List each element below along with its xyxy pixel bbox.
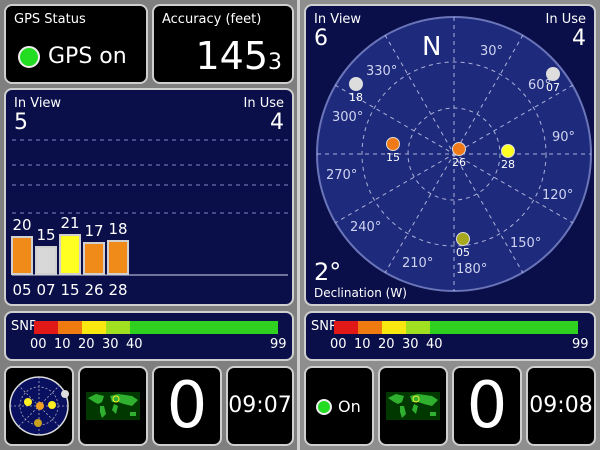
clock-value: 09:08	[529, 393, 593, 418]
signal-bar	[35, 245, 57, 275]
world-map-button[interactable]	[378, 366, 448, 446]
snr-color-segment	[106, 321, 130, 334]
sky-plot	[316, 16, 592, 292]
signal-bar-value: 17	[84, 221, 104, 240]
sky-in-view-label: In View	[314, 12, 362, 27]
counter-value: 0	[466, 369, 508, 443]
signal-bar-value: 20	[12, 216, 32, 234]
satellite-marker-icon[interactable]	[456, 232, 470, 246]
accuracy-value: 145	[195, 34, 268, 78]
snr-tick-label: 30	[402, 337, 419, 352]
right-pane: N 30° 60° 90° 120° 150° 180° 210° 240° 2…	[300, 0, 600, 450]
signal-bar-prn-label: 15	[60, 281, 80, 299]
snr-max-label: 99	[270, 337, 287, 352]
degree-label: 300°	[332, 110, 364, 125]
snr-color-segment	[34, 321, 58, 334]
satellite-marker-icon[interactable]	[452, 142, 466, 156]
declination-value: 2°	[314, 258, 342, 286]
snr-tile-left: SNR 00 10 20 30 40 99	[4, 311, 294, 361]
degree-label: 30°	[480, 44, 504, 59]
world-map-button[interactable]	[78, 366, 148, 446]
sky-in-use-label: In Use	[545, 12, 587, 27]
degree-label: 150°	[510, 236, 542, 251]
accuracy-readout: 1453	[195, 34, 282, 78]
clock-value: 09:07	[228, 393, 292, 418]
signal-bar-value: 15	[36, 225, 56, 244]
satellite-marker-icon[interactable]	[349, 77, 363, 91]
left-pane: GPS Status GPS on Accuracy (feet) 1453 I…	[0, 0, 298, 450]
snr-tick-label: 00	[330, 337, 347, 352]
sky-in-view-value: 6	[314, 26, 328, 51]
signal-bar-prn-label: 26	[84, 281, 104, 299]
satellite-id-label: 28	[501, 158, 515, 171]
counter-value: 0	[166, 369, 208, 443]
satellite-id-label: 05	[456, 246, 470, 259]
snr-color-segment	[406, 321, 430, 334]
satellite-marker-icon[interactable]	[386, 137, 400, 151]
degree-label: 180°	[456, 262, 488, 277]
accuracy-suffix: 3	[268, 50, 282, 75]
satellite-marker-icon[interactable]	[546, 67, 560, 81]
snr-color-segment	[382, 321, 406, 334]
snr-tick-label: 40	[126, 337, 143, 352]
counter-tile[interactable]: 0	[152, 366, 222, 446]
snr-color-segment	[334, 321, 358, 334]
signal-bar	[83, 241, 105, 275]
counter-tile[interactable]: 0	[452, 366, 522, 446]
snr-max-label: 99	[572, 337, 589, 352]
clock-tile[interactable]: 09:08	[526, 366, 596, 446]
gps-status-tile[interactable]: GPS Status GPS on	[4, 4, 148, 84]
gps-status-label: GPS Status	[14, 12, 86, 27]
snr-color-segment	[58, 321, 82, 334]
signal-bar-prn-label: 28	[108, 281, 128, 299]
sky-in-use-value: 4	[572, 26, 586, 51]
snr-color-segment	[358, 321, 382, 334]
degree-label: 90°	[552, 130, 576, 145]
satellite-marker-icon[interactable]	[501, 144, 515, 158]
signal-bar	[11, 236, 33, 275]
snr-tick-label: 20	[78, 337, 95, 352]
snr-color-segment	[430, 321, 578, 334]
world-map-icon	[386, 392, 440, 420]
gps-status-value: GPS on	[48, 44, 127, 69]
north-label: N	[422, 32, 442, 62]
snr-tick-label: 00	[30, 337, 47, 352]
satellite-id-label: 18	[349, 91, 363, 104]
snr-tick-label: 20	[378, 337, 395, 352]
degree-label: 120°	[542, 188, 574, 203]
mini-sky-button[interactable]	[4, 366, 74, 446]
degree-label: 210°	[402, 256, 434, 271]
satellite-id-label: 15	[386, 151, 400, 164]
signal-bar-prn-label: 07	[36, 281, 56, 299]
accuracy-tile[interactable]: Accuracy (feet) 1453	[152, 4, 294, 84]
snr-tick-label: 10	[354, 337, 371, 352]
gps-toggle-label: On	[338, 397, 361, 416]
gps-on-indicator-icon	[316, 399, 332, 415]
signal-bar	[59, 234, 81, 275]
signal-bar-value: 18	[108, 219, 128, 238]
world-map-icon	[86, 392, 140, 420]
accuracy-label: Accuracy (feet)	[162, 12, 262, 27]
snr-color-segment	[82, 321, 106, 334]
gps-toggle-button[interactable]: On	[304, 366, 374, 446]
satellite-id-label: 26	[452, 156, 466, 169]
degree-label: 330°	[366, 64, 398, 79]
signal-bar-prn-label: 05	[12, 281, 32, 299]
sky-view-tile[interactable]: N 30° 60° 90° 120° 150° 180° 210° 240° 2…	[304, 4, 596, 306]
signal-bar-value: 21	[60, 214, 80, 233]
gps-on-indicator-icon	[18, 46, 40, 68]
mini-radar-icon	[9, 376, 69, 436]
snr-tick-label: 40	[426, 337, 443, 352]
clock-tile[interactable]: 09:07	[226, 366, 294, 446]
snr-tile-right: SNR 00 10 20 30 40 99	[304, 311, 596, 361]
satellite-id-label: 07	[546, 81, 560, 94]
snr-tick-label: 30	[102, 337, 119, 352]
snr-color-segment	[130, 321, 278, 334]
degree-label: 270°	[326, 168, 358, 183]
degree-label: 240°	[350, 220, 382, 235]
signal-chart-tile[interactable]: In View 5 In Use 4 20 05 15 07 21 15 17 26 18 28	[4, 88, 294, 306]
declination-label: Declination (W)	[314, 286, 407, 300]
snr-tick-label: 10	[54, 337, 71, 352]
signal-bar	[107, 239, 129, 275]
